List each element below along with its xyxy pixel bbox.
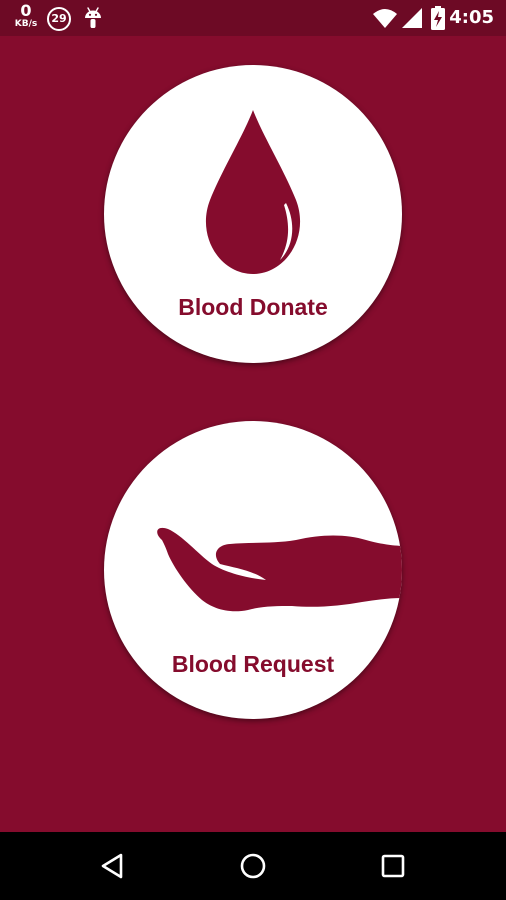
navigation-bar xyxy=(0,832,506,900)
battery-charging-icon xyxy=(431,6,445,30)
open-hand-icon xyxy=(157,528,402,612)
blood-drop-icon xyxy=(205,110,301,274)
network-speed-unit: KB/s xyxy=(14,19,38,29)
blood-request-label: Blood Request xyxy=(171,651,335,677)
home-icon xyxy=(240,853,266,879)
back-icon xyxy=(101,853,123,879)
status-bar: 0 KB/s 29 4:05 xyxy=(0,0,506,36)
recents-icon xyxy=(381,854,405,878)
blood-request-button[interactable]: Blood Request xyxy=(104,421,402,719)
blood-donate-label: Blood Donate xyxy=(178,294,328,320)
android-icon xyxy=(85,7,101,28)
notification-count-badge: 29 xyxy=(47,7,71,31)
cell-signal-icon xyxy=(402,8,422,28)
wifi-icon xyxy=(373,9,397,28)
network-speed-indicator: 0 KB/s xyxy=(11,3,41,29)
blood-donate-button[interactable]: Blood Donate xyxy=(104,65,402,363)
network-speed-value: 0 xyxy=(20,1,32,20)
back-button[interactable] xyxy=(92,846,132,886)
home-button[interactable] xyxy=(233,846,273,886)
status-clock: 4:05 xyxy=(449,7,494,28)
recents-button[interactable] xyxy=(373,846,413,886)
